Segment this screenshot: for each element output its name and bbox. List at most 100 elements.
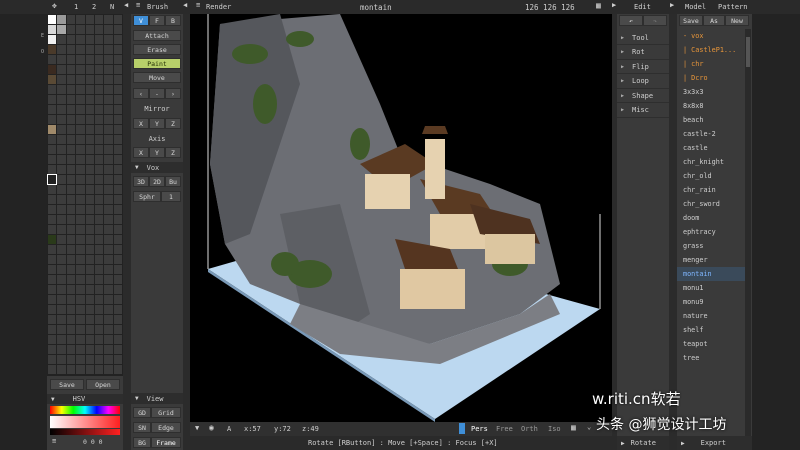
palette-swatch[interactable] <box>66 115 76 124</box>
model-list-item[interactable]: teapot <box>677 337 745 351</box>
palette-swatch[interactable] <box>57 145 66 154</box>
export-expand-icon[interactable]: ▶ <box>681 440 685 447</box>
sphr-value[interactable]: 1 <box>161 191 181 202</box>
erase-button[interactable]: Erase <box>133 44 181 55</box>
palette-swatch[interactable] <box>57 125 66 134</box>
palette-swatch[interactable] <box>66 345 76 354</box>
palette-swatch[interactable] <box>66 85 76 94</box>
palette-swatch[interactable] <box>76 175 85 184</box>
vox-bu[interactable]: Bu <box>165 176 181 187</box>
palette-swatch[interactable] <box>66 95 76 104</box>
palette-swatch[interactable] <box>76 105 85 114</box>
palette-swatch[interactable] <box>76 235 85 244</box>
collapse-brush-icon[interactable]: ◀ <box>183 1 187 9</box>
palette-swatch[interactable] <box>57 25 66 34</box>
palette-swatch[interactable] <box>104 235 113 244</box>
model-list-item[interactable]: monu9 <box>677 295 745 309</box>
palette-swatch[interactable] <box>48 195 57 204</box>
palette-swatch[interactable] <box>66 25 76 34</box>
palette-swatch[interactable] <box>85 45 94 54</box>
palette-swatch[interactable] <box>76 145 85 154</box>
tab-model[interactable]: Model <box>685 3 706 11</box>
palette-swatch[interactable] <box>57 295 66 304</box>
palette-swatch[interactable] <box>85 135 94 144</box>
palette-swatch[interactable] <box>57 245 66 254</box>
palette-swatch[interactable] <box>104 25 113 34</box>
palette-swatch[interactable] <box>66 235 76 244</box>
palette-swatch[interactable] <box>48 45 57 54</box>
model-list-item[interactable]: chr_sword <box>677 197 745 211</box>
vox-expand-icon[interactable]: ▼ <box>135 164 139 171</box>
palette-swatch[interactable] <box>57 175 66 184</box>
move-icon[interactable]: ✥ <box>52 1 57 10</box>
palette-swatch[interactable] <box>94 75 104 84</box>
edit-item-flip[interactable]: ▶ Flip <box>617 60 669 74</box>
model-list-item[interactable]: menger <box>677 253 745 267</box>
palette-swatch[interactable] <box>85 35 94 44</box>
palette-swatch[interactable] <box>104 315 113 324</box>
palette-swatch[interactable] <box>113 295 122 304</box>
palette-swatch[interactable] <box>104 225 113 234</box>
palette-swatch[interactable] <box>48 255 57 264</box>
model-list-item[interactable]: doom <box>677 211 745 225</box>
vox-2d[interactable]: 2D <box>149 176 165 187</box>
palette-swatch[interactable] <box>48 55 57 64</box>
palette-swatch[interactable] <box>94 185 104 194</box>
palette-swatch[interactable] <box>94 215 104 224</box>
palette-swatch[interactable] <box>76 225 85 234</box>
rotate-expand-icon[interactable]: ▶ <box>621 440 625 447</box>
palette-swatch[interactable] <box>113 185 122 194</box>
palette-swatch[interactable] <box>85 155 94 164</box>
palette-swatch[interactable] <box>57 155 66 164</box>
palette-swatch[interactable] <box>48 225 57 234</box>
palette-swatch[interactable] <box>85 195 94 204</box>
palette-swatch[interactable] <box>104 275 113 284</box>
view-grid-button[interactable]: Grid <box>151 407 181 418</box>
palette-swatch[interactable] <box>48 355 57 364</box>
rotate-footer[interactable]: ▶ Rotate <box>617 436 669 450</box>
palette-swatch[interactable] <box>85 65 94 74</box>
palette-swatch[interactable] <box>113 85 122 94</box>
palette-swatch[interactable] <box>66 265 76 274</box>
palette-swatch[interactable] <box>113 235 122 244</box>
palette-swatch[interactable] <box>113 265 122 274</box>
camera-icon[interactable]: ◉ <box>209 423 214 432</box>
model-list-item[interactable]: chr_knight <box>677 155 745 169</box>
palette-swatch[interactable] <box>66 255 76 264</box>
palette-swatch[interactable] <box>113 115 122 124</box>
model-dimensions[interactable]: 126 126 126 <box>525 3 575 12</box>
palette-swatch[interactable] <box>104 15 113 24</box>
edit-item-loop[interactable]: ▶ Loop <box>617 75 669 89</box>
palette-swatch[interactable] <box>46 174 58 185</box>
palette-swatch[interactable] <box>113 45 122 54</box>
palette-swatch[interactable] <box>113 305 122 314</box>
tab-pattern[interactable]: Pattern <box>718 3 748 11</box>
palette-swatch[interactable] <box>104 355 113 364</box>
layout-icon[interactable]: ▦ <box>596 1 601 10</box>
palette-swatch[interactable] <box>94 325 104 334</box>
palette-swatch[interactable] <box>76 45 85 54</box>
palette-swatch[interactable] <box>85 305 94 314</box>
model-list-item[interactable]: - vox <box>677 29 745 43</box>
palette-menu-icon[interactable]: ≡ <box>52 437 56 445</box>
palette-swatch[interactable] <box>66 165 76 174</box>
palette-swatch[interactable] <box>104 195 113 204</box>
palette-swatch[interactable] <box>94 25 104 34</box>
palette-swatch[interactable] <box>94 305 104 314</box>
model-list-item[interactable]: ephtracy <box>677 225 745 239</box>
palette-swatch[interactable] <box>76 215 85 224</box>
palette-swatch[interactable] <box>48 205 57 214</box>
palette-swatch[interactable] <box>85 295 94 304</box>
axis-x[interactable]: X <box>133 147 149 158</box>
palette-swatch[interactable] <box>104 215 113 224</box>
palette-swatch[interactable] <box>76 345 85 354</box>
palette-swatch[interactable] <box>94 125 104 134</box>
mode-orth[interactable]: Orth <box>521 425 538 433</box>
palette-swatch[interactable] <box>76 295 85 304</box>
palette-swatch[interactable] <box>66 295 76 304</box>
palette-swatch[interactable] <box>57 305 66 314</box>
palette-swatch[interactable] <box>104 145 113 154</box>
palette-swatch[interactable] <box>57 55 66 64</box>
palette-swatch[interactable] <box>94 205 104 214</box>
palette-swatch[interactable] <box>113 255 122 264</box>
